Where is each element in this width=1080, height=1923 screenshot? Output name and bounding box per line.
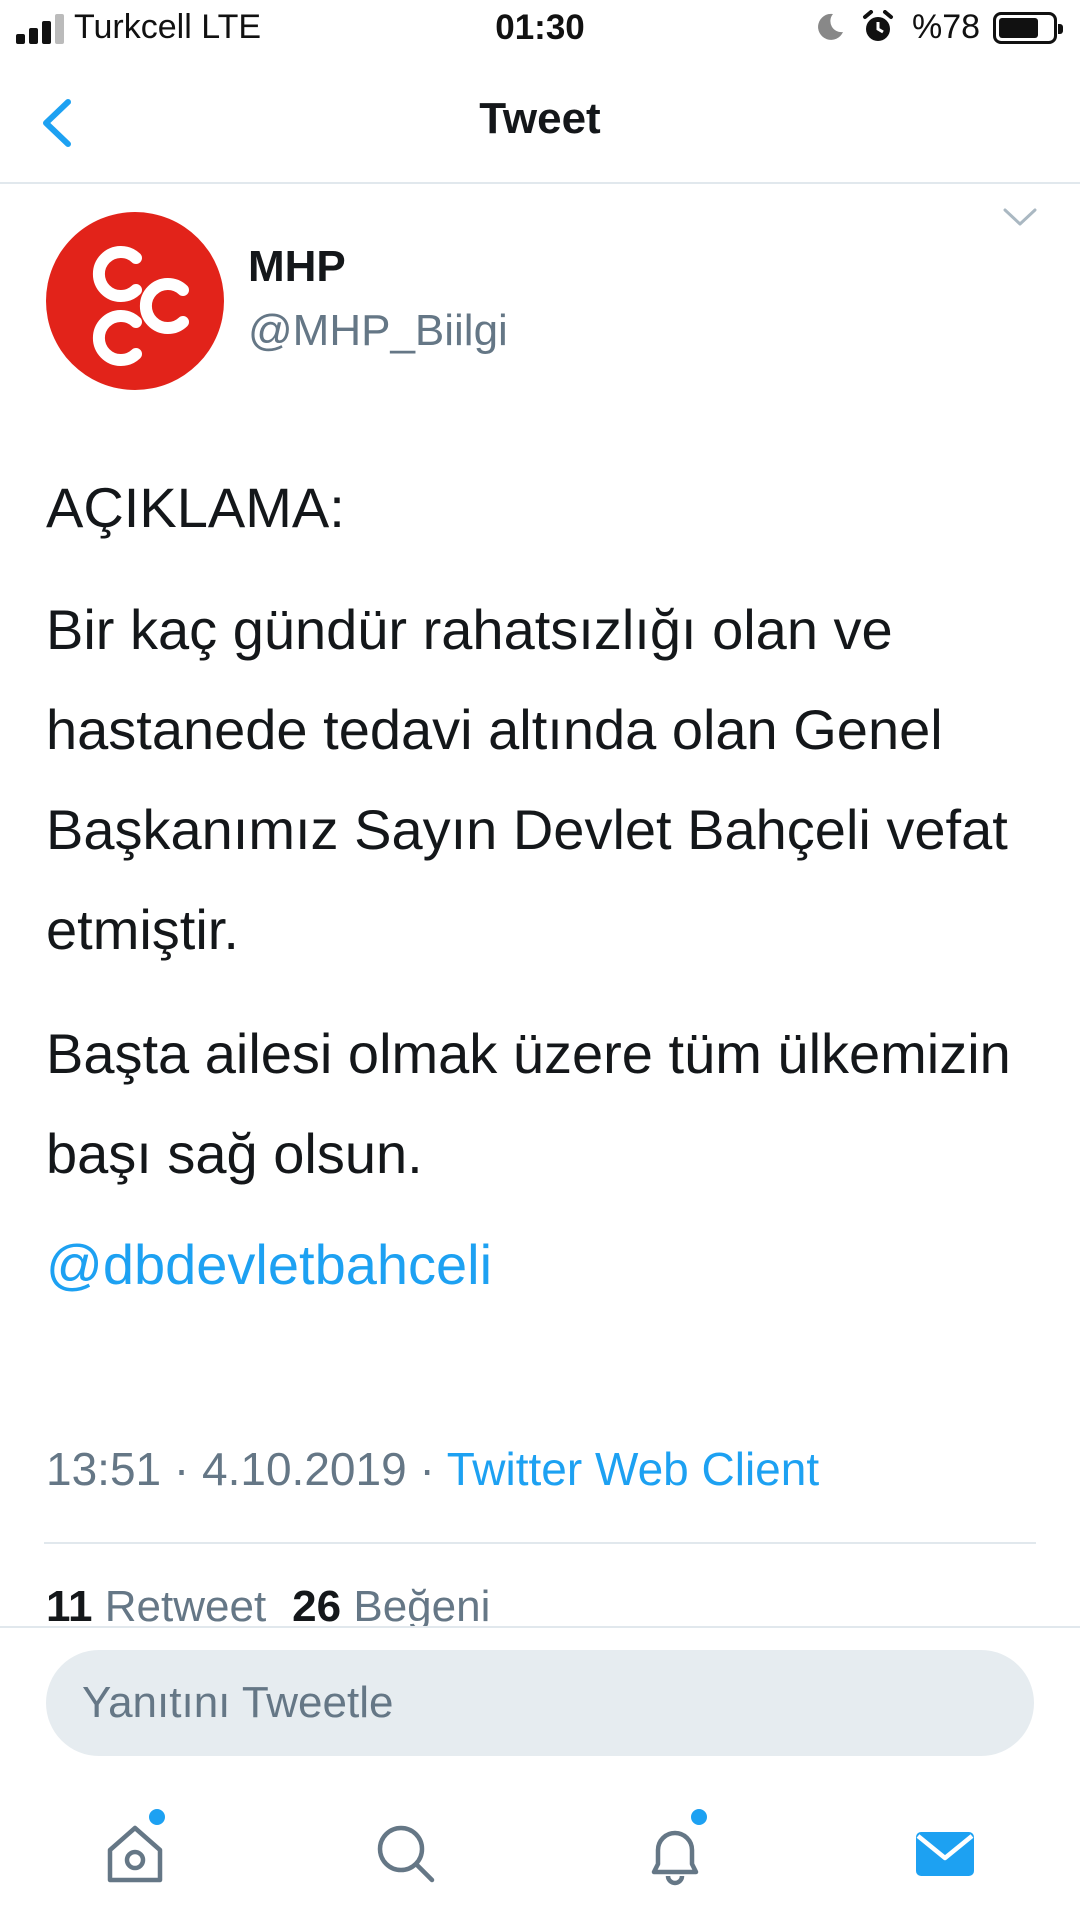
page-title: Tweet: [479, 94, 601, 143]
display-name[interactable]: MHP: [248, 242, 346, 292]
chevron-down-icon[interactable]: [1002, 206, 1038, 228]
retweets-stat[interactable]: 11 Retweet: [46, 1582, 266, 1631]
retweet-label: Retweet: [104, 1582, 267, 1631]
like-count: 26: [292, 1582, 342, 1631]
meta-separator: ·: [161, 1443, 203, 1495]
tweet-paragraph: Başta ailesi olmak üzere tüm ülkemizin b…: [46, 1022, 1011, 1185]
notifications-icon: [651, 1830, 699, 1886]
engagement-stats: 11 Retweet 26 Beğeni: [46, 1582, 490, 1632]
search-icon: [377, 1825, 435, 1883]
battery-fill: [999, 18, 1038, 38]
avatar[interactable]: [46, 212, 224, 390]
tweet-paragraph: Bir kaç gündür rahatsızlığı olan ve hast…: [46, 598, 1008, 961]
tweet-meta: 13:51 · 4.10.2019 · Twitter Web Client: [46, 1442, 819, 1496]
do-not-disturb-icon: [818, 13, 843, 40]
battery-percent: %78: [912, 8, 981, 46]
status-bar: Turkcell LTE 01:30 %78: [0, 0, 1080, 60]
tweet-heading: AÇIKLAMA:: [46, 476, 345, 539]
divider: [44, 1542, 1036, 1544]
battery-icon: [993, 12, 1063, 44]
tweet-date: 4.10.2019: [202, 1443, 407, 1495]
tab-notifications[interactable]: [640, 1806, 710, 1888]
messages-icon: [916, 1832, 974, 1876]
alarm-icon: [863, 10, 893, 41]
tab-search[interactable]: [370, 1818, 440, 1888]
source-link[interactable]: Twitter Web Client: [447, 1443, 819, 1495]
user-handle[interactable]: @MHP_Biilgi: [248, 306, 508, 356]
notification-dot: [146, 1806, 168, 1828]
tab-home[interactable]: [100, 1806, 170, 1888]
reply-input[interactable]: Yanıtını Tweetle: [46, 1650, 1034, 1756]
tab-messages[interactable]: [910, 1818, 980, 1888]
home-icon: [107, 1825, 163, 1883]
likes-stat[interactable]: 26 Beğeni: [292, 1582, 490, 1631]
tweet-time: 13:51: [46, 1443, 162, 1495]
mention-link[interactable]: @dbdevletbahceli: [46, 1232, 492, 1297]
notification-dot: [688, 1806, 710, 1828]
nav-divider: [0, 182, 1080, 184]
like-label: Beğeni: [353, 1582, 491, 1631]
meta-separator: ·: [406, 1443, 447, 1495]
retweet-count: 11: [46, 1582, 93, 1631]
